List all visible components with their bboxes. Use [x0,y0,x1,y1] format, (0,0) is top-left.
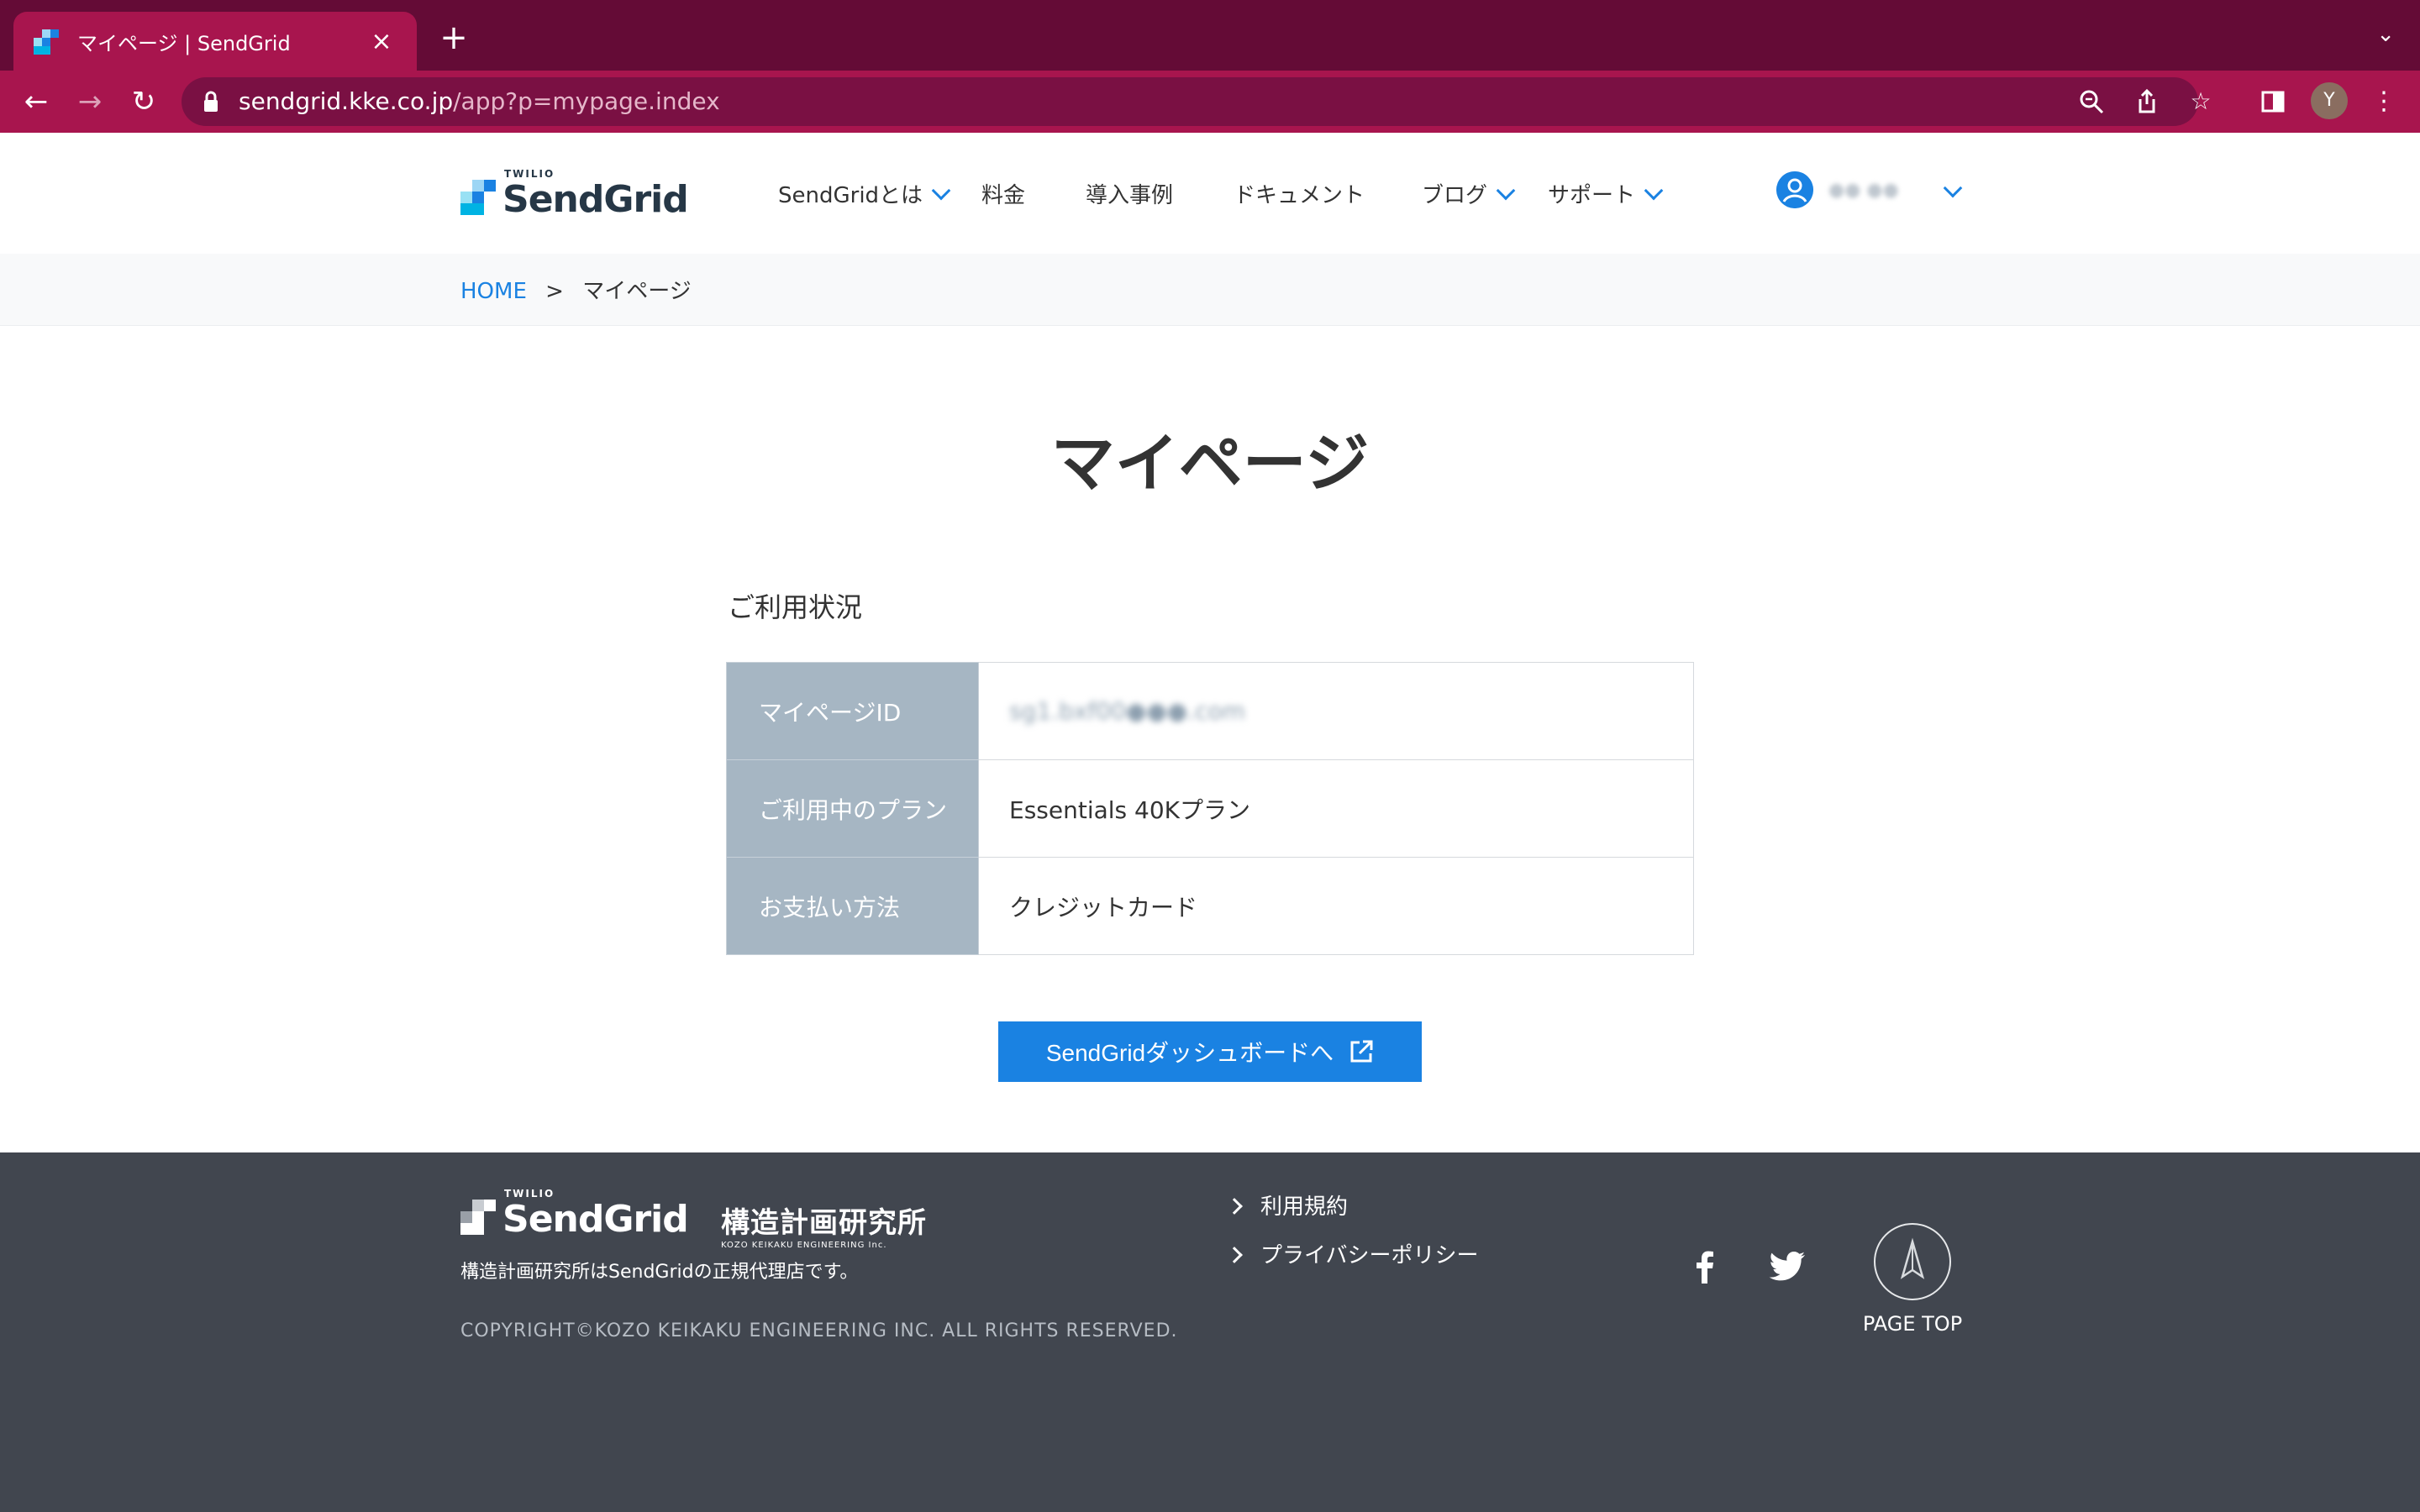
site-header: TWILIO SendGrid SendGridとは 料金 導入事例 ドキュメン… [0,133,2420,254]
breadcrumb-home-link[interactable]: HOME [460,279,527,304]
chevron-down-icon [1496,181,1516,201]
browser-tabbar: マイページ | SendGrid × + ⌄ [0,0,2420,71]
footer-agency-note: 構造計画研究所はSendGridの正規代理店です。 [460,1262,859,1283]
breadcrumb: HOME > マイページ [460,274,692,305]
row-label-plan: ご利用中のプラン [726,759,979,858]
page-title: マイページ [1050,426,1370,501]
row-label-mypage-id: マイページID [726,662,979,760]
nav-docs[interactable]: ドキュメント [1234,178,1365,209]
tab-title: マイページ | SendGrid [77,31,291,55]
nav-cases[interactable]: 導入事例 [1086,178,1173,209]
breadcrumb-bar: HOME > マイページ [0,254,2420,326]
table-row: お支払い方法 クレジットカード [726,857,1694,955]
page-top-label[interactable]: PAGE TOP [1845,1312,1980,1336]
table-row: マイページID sg1.bxf00●●●.com [726,662,1694,760]
logo-text: SendGrid [502,178,689,221]
side-panel-icon[interactable] [2254,82,2292,121]
sendgrid-favicon-icon [34,28,60,55]
dashboard-button[interactable]: SendGridダッシュボードへ [998,1021,1422,1082]
page-top-button[interactable] [1874,1223,1951,1300]
address-bar[interactable]: sendgrid.kke.co.jp/app?p=mypage.index ☆ [182,77,2212,126]
nav-about[interactable]: SendGridとは [778,178,951,209]
bookmark-star-icon[interactable]: ☆ [2186,87,2215,116]
share-icon[interactable] [2133,87,2161,116]
section-title: ご利用状況 [728,591,863,623]
sendgrid-mark-icon [460,180,496,215]
footer-logo-text: SendGrid [502,1198,689,1241]
row-value-payment: クレジットカード [978,857,1694,955]
external-link-icon [1350,1040,1373,1063]
zoom-icon[interactable] [2077,87,2106,116]
breadcrumb-separator: > [545,279,564,304]
reload-icon[interactable]: ↻ [124,82,163,121]
site-footer: TWILIO SendGrid 構造計画研究所 KOZO KEIKAKU ENG… [0,1152,2420,1512]
chevron-down-icon [931,181,951,201]
user-menu-chevron-icon[interactable] [1943,178,1963,198]
browser-tab[interactable]: マイページ | SendGrid × [13,12,417,71]
footer-copyright: COPYRIGHT©KOZO KEIKAKU ENGINEERING INC. … [460,1320,1178,1341]
chevron-right-icon [1226,1198,1243,1215]
nav-blog[interactable]: ブログ [1422,178,1516,209]
table-row: ご利用中のプラン Essentials 40Kプラン [726,759,1694,858]
kke-logo-jp: 構造計画研究所 [721,1206,927,1240]
nav-support[interactable]: サポート [1548,178,1664,209]
chevron-right-icon [1226,1247,1243,1263]
dashboard-button-label: SendGridダッシュボードへ [1045,1040,1334,1066]
sendgrid-logo[interactable]: TWILIO SendGrid [460,168,689,221]
browser-toolbar: ← → ↻ sendgrid.kke.co.jp/app?p=mypage.in… [0,71,2420,133]
browser-menu-icon[interactable]: ⋮ [2365,82,2403,121]
footer-link-privacy[interactable]: プライバシーポリシー [1226,1238,1478,1269]
row-label-payment: お支払い方法 [726,857,979,955]
footer-link-terms[interactable]: 利用規約 [1226,1189,1348,1221]
profile-avatar[interactable]: Y [2311,82,2348,119]
footer-sendgrid-logo[interactable]: TWILIO SendGrid [460,1188,689,1241]
usage-table: マイページID sg1.bxf00●●●.com ご利用中のプラン Essent… [726,662,1694,955]
facebook-icon[interactable] [1686,1247,1724,1285]
lock-icon [204,91,218,112]
tab-close-icon[interactable]: × [366,27,397,56]
kke-logo-en: KOZO KEIKAKU ENGINEERING Inc. [721,1241,887,1250]
twitter-icon[interactable] [1768,1247,1807,1285]
chevron-down-icon [1644,181,1664,201]
row-value-mypage-id: sg1.bxf00●●●.com [978,662,1694,760]
user-avatar-icon[interactable] [1776,171,1813,208]
footer-sendgrid-mark-icon [460,1200,496,1235]
tab-search-chevron-icon[interactable]: ⌄ [2376,22,2395,47]
nav-pricing[interactable]: 料金 [981,178,1025,209]
back-icon[interactable]: ← [17,82,55,121]
url-text: sendgrid.kke.co.jp/app?p=mypage.index [239,87,720,115]
paper-plane-icon [1900,1237,1925,1279]
new-tab-icon[interactable]: + [437,18,471,57]
forward-icon[interactable]: → [71,82,109,121]
row-value-plan: Essentials 40Kプラン [978,759,1694,858]
kke-logo[interactable]: 構造計画研究所 KOZO KEIKAKU ENGINEERING Inc. [721,1200,948,1250]
breadcrumb-current: マイページ [582,279,692,304]
user-name[interactable]: ●● ●● [1828,180,1899,201]
